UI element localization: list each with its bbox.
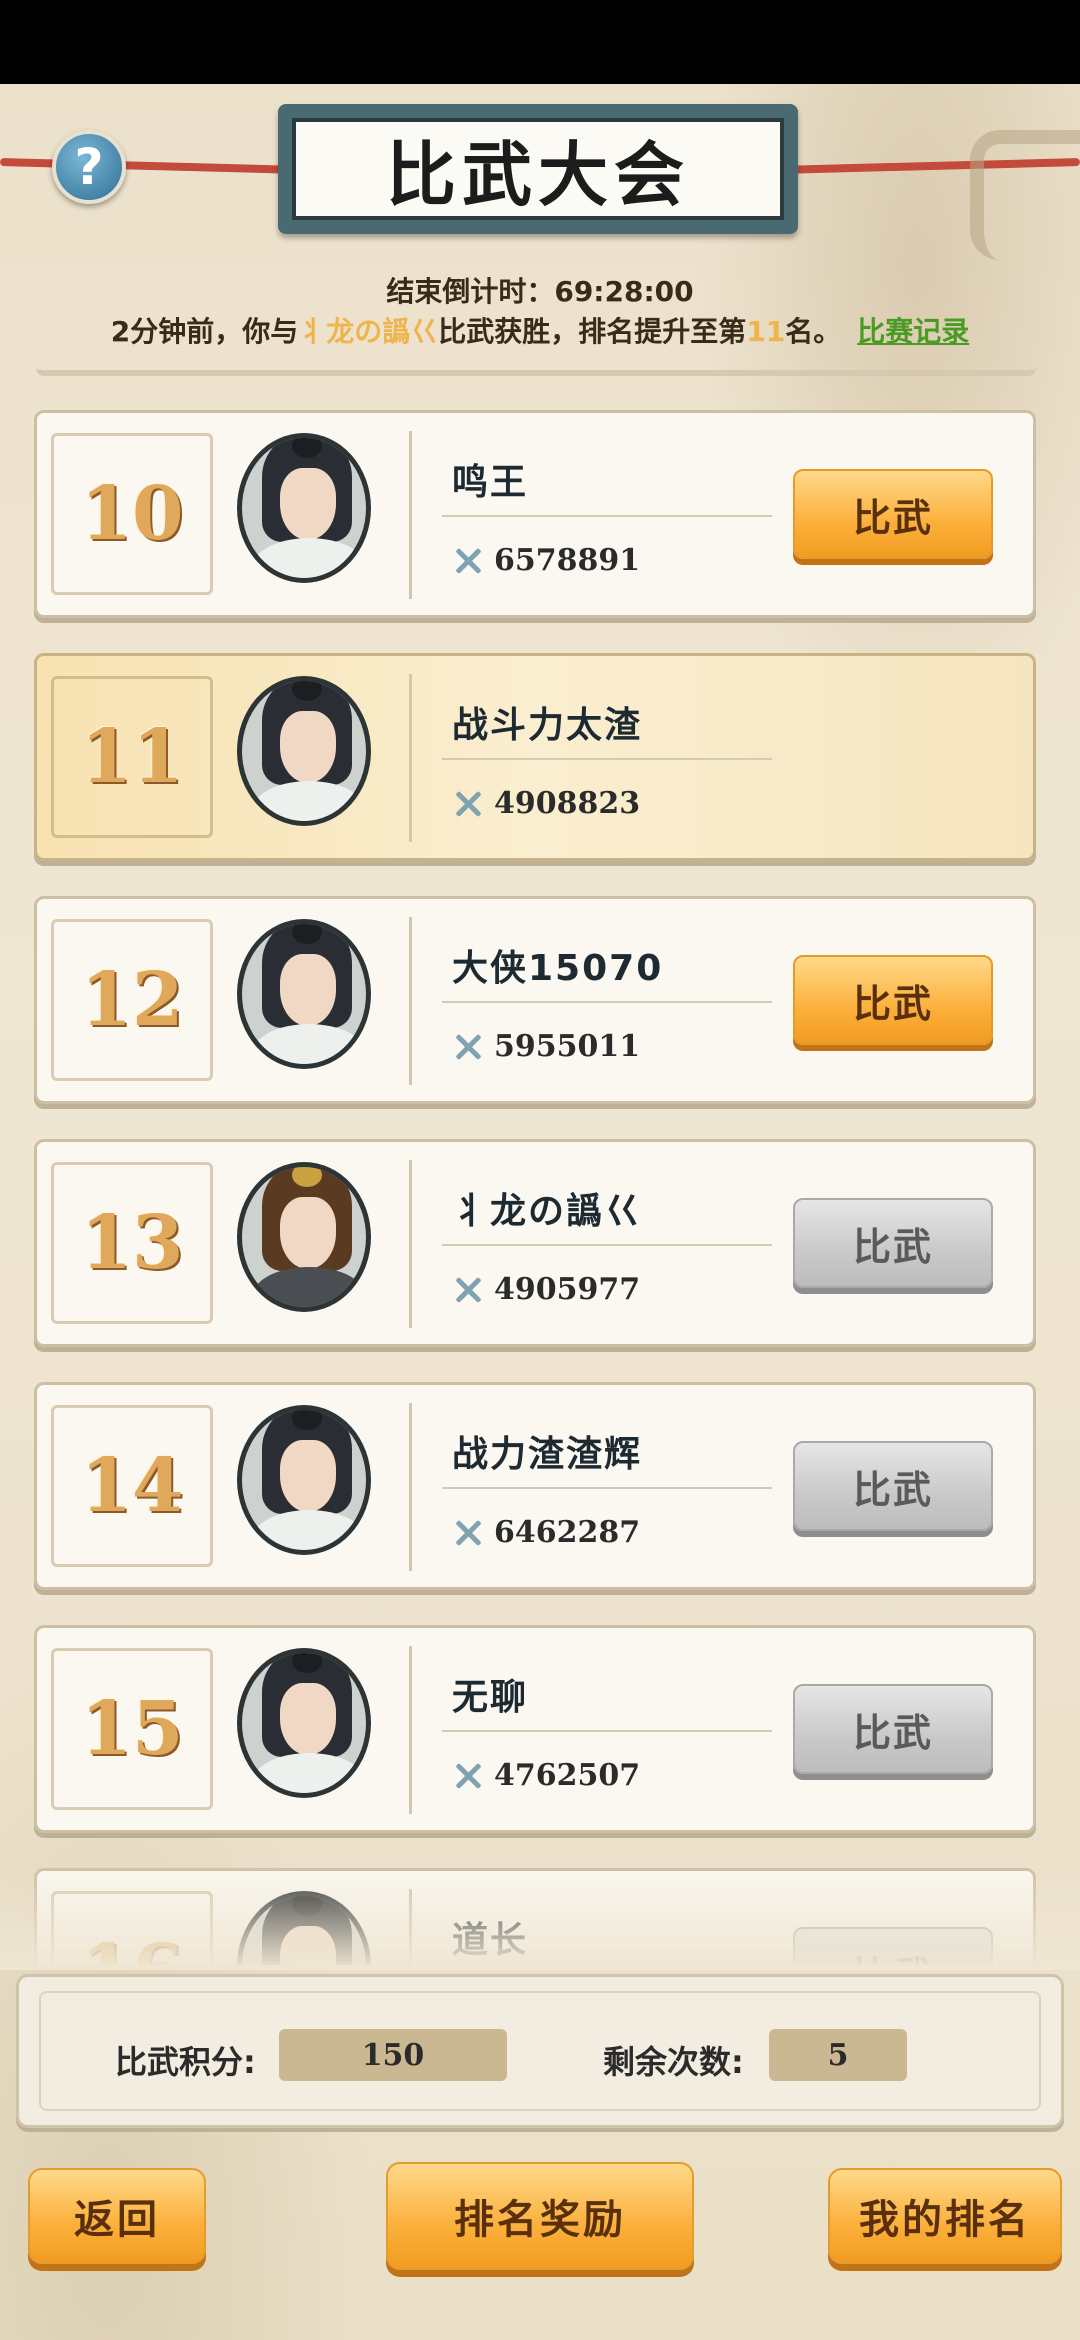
back-button[interactable]: 返回	[28, 2168, 206, 2264]
match-record-link[interactable]: 比赛记录	[857, 315, 969, 348]
player-name: 大侠15070	[452, 948, 664, 989]
notice-opponent: 丬龙の譌巜	[298, 315, 439, 348]
power-value: 4762507	[494, 1758, 641, 1793]
player-name: 战斗力太渣	[452, 705, 643, 746]
player-name: 战力渣渣辉	[452, 1434, 643, 1475]
crossed-swords-icon	[452, 788, 484, 820]
challenge-button-disabled[interactable]: 比武	[793, 1198, 993, 1288]
list-fade	[0, 1860, 1080, 1970]
countdown-text: 结束倒计时：69:28:00	[386, 275, 694, 308]
rank-number: 14	[51, 1405, 213, 1567]
my-rank-button[interactable]: 我的排名	[828, 2168, 1062, 2264]
points-value: 150	[279, 2029, 507, 2081]
combat-power: 5955011	[452, 1029, 640, 1064]
avatar	[237, 919, 371, 1069]
divider	[442, 1487, 772, 1489]
challenge-button[interactable]: 比武	[793, 469, 993, 559]
crossed-swords-icon	[452, 1031, 484, 1063]
remaining-label: 剩余次数:	[603, 2043, 744, 2081]
divider	[442, 515, 772, 517]
ranking-row: 13 丬龙の譌巜 4905977 比武	[34, 1139, 1036, 1347]
crossed-swords-icon	[452, 1760, 484, 1792]
question-icon: ?	[74, 138, 104, 196]
power-value: 4905977	[494, 1272, 641, 1307]
help-button[interactable]: ?	[52, 130, 126, 204]
avatar	[237, 1162, 371, 1312]
notice-rank: 11	[746, 315, 786, 348]
player-name: 丬龙の譌巜	[452, 1191, 643, 1232]
combat-power: 6462287	[452, 1515, 640, 1550]
divider	[442, 758, 772, 760]
rank-number: 12	[51, 919, 213, 1081]
combat-power: 4908823	[452, 786, 640, 821]
avatar	[237, 676, 371, 826]
rank-number: 10	[51, 433, 213, 595]
ranking-row: 15 无聊 4762507 比武	[34, 1625, 1036, 1833]
score-panel: 比武积分: 150 剩余次数: 5	[16, 1974, 1064, 2128]
list-edge	[36, 364, 1036, 376]
ranking-row-self: 11 战斗力太渣 4908823	[34, 653, 1036, 861]
power-value: 6462287	[494, 1515, 641, 1550]
combat-power: 4905977	[452, 1272, 640, 1307]
page-title: 比武大会	[292, 118, 784, 220]
divider	[442, 1001, 772, 1003]
challenge-button-disabled[interactable]: 比武	[793, 1684, 993, 1774]
notice-middle: 比武获胜，排名提升至第	[438, 315, 747, 348]
player-name: 鸣王	[452, 462, 529, 503]
ranking-row: 14 战力渣渣辉 6462287 比武	[34, 1382, 1036, 1590]
avatar	[237, 1648, 371, 1798]
result-notice: 2分钟前，你与丬龙の譌巜比武获胜，排名提升至第11名。 比赛记录	[0, 310, 1080, 350]
notice-prefix: 2分钟前，你与	[110, 315, 299, 348]
status-bar	[0, 0, 1080, 84]
ranking-list[interactable]: 10 鸣王 6578891 比武 11 战斗力太渣 4908823 12 大侠1…	[0, 410, 1080, 1965]
rank-number: 13	[51, 1162, 213, 1324]
ranking-row: 10 鸣王 6578891 比武	[34, 410, 1036, 618]
combat-power: 6578891	[452, 543, 640, 578]
divider	[442, 1244, 772, 1246]
ranking-row: 12 大侠15070 5955011 比武	[34, 896, 1036, 1104]
power-value: 4908823	[494, 786, 641, 821]
power-value: 6578891	[494, 543, 641, 578]
rank-number: 11	[51, 676, 213, 838]
combat-power: 4762507	[452, 1758, 640, 1793]
remaining-value: 5	[769, 2029, 907, 2081]
challenge-button-disabled[interactable]: 比武	[793, 1441, 993, 1531]
points-label: 比武积分:	[115, 2043, 256, 2081]
crossed-swords-icon	[452, 1517, 484, 1549]
cloud-decoration	[970, 130, 1080, 260]
title-plaque: 比武大会	[278, 104, 798, 234]
avatar	[237, 433, 371, 583]
crossed-swords-icon	[452, 1274, 484, 1306]
crossed-swords-icon	[452, 545, 484, 577]
rank-rewards-button[interactable]: 排名奖励	[386, 2162, 694, 2270]
rank-number: 15	[51, 1648, 213, 1810]
avatar	[237, 1405, 371, 1555]
player-name: 无聊	[452, 1677, 529, 1718]
divider	[442, 1730, 772, 1732]
challenge-button[interactable]: 比武	[793, 955, 993, 1045]
power-value: 5955011	[494, 1029, 641, 1064]
notice-suffix: 名。	[785, 315, 842, 348]
player-info: 战斗力太渣 4908823	[409, 674, 1009, 842]
